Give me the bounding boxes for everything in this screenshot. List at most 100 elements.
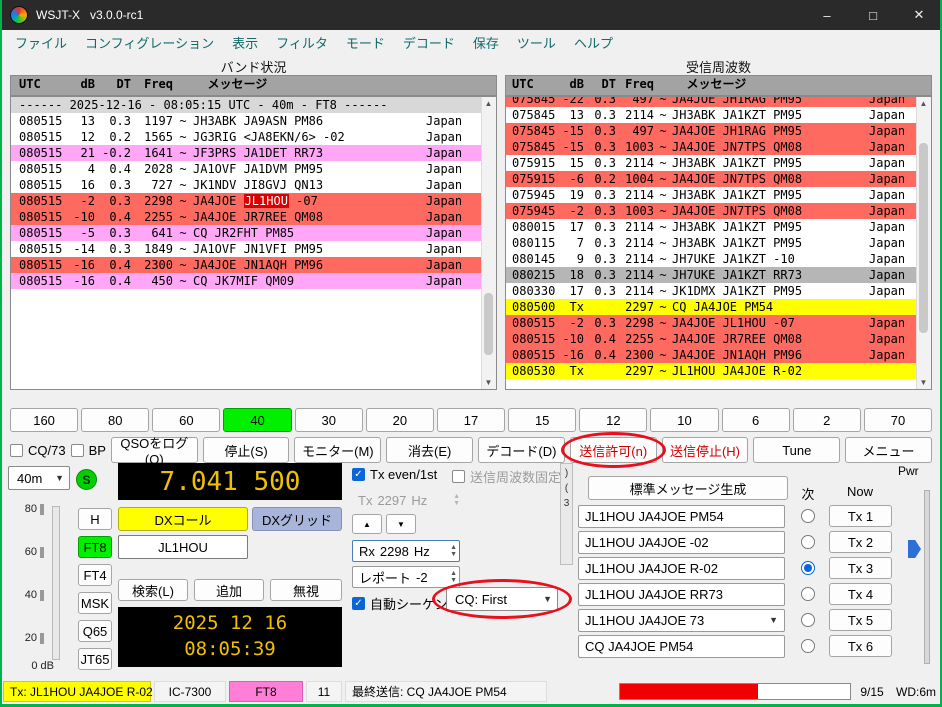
tx-slot-button[interactable]: Tx 1 (828, 505, 892, 527)
decode-row[interactable]: 080530 Tx 2297 ~ JL1HOU JA4JOE R-02 (506, 363, 917, 379)
band-button-12[interactable]: 12 (579, 408, 648, 432)
menu-item[interactable]: モード (337, 33, 394, 52)
menus-button[interactable]: メニュー (845, 437, 932, 463)
band-button-17[interactable]: 17 (436, 408, 506, 432)
report-spinbox[interactable]: レポート -2 ▲ ▼ (352, 566, 460, 588)
ignore-button[interactable]: 無視 (270, 579, 342, 601)
band-button-10[interactable]: 10 (650, 408, 719, 432)
decode-row[interactable]: 080015 17 0.3 2114 ~ JH3ABK JA1KZT PM95 Japan (506, 219, 917, 235)
decode-row[interactable]: 075915 -6 0.2 1004 ~ JA4JOE JN7TPS QM08 Japan (506, 171, 917, 187)
dx-grid-button[interactable]: DXグリッド (252, 507, 342, 531)
scroll-down-icon[interactable]: ▼ (482, 376, 495, 389)
split-button[interactable]: S (76, 469, 97, 490)
scroll-up-icon[interactable]: ▲ (482, 97, 495, 110)
decode-row[interactable]: 080515 16 0.3 727 ~ JK1NDV JI8GVJ QN13 Japan (11, 177, 482, 193)
decode-row[interactable]: 080515 13 0.3 1197 ~ JH3ABK JA9ASN PM86 Japan (11, 113, 482, 129)
tx-slot-button[interactable]: Tx 3 (828, 557, 892, 579)
next-radio[interactable] (801, 561, 815, 575)
spinner-icon[interactable]: ▲ ▼ (450, 570, 457, 584)
band-select-combo[interactable]: 40m ▼ (8, 466, 70, 490)
menu-item[interactable]: ヘルプ (565, 33, 622, 52)
monitor-button[interactable]: モニター(M) (294, 437, 382, 463)
menu-item[interactable]: ツール (508, 33, 565, 52)
decode-row[interactable]: 080515 -16 0.4 2300 ~ JA4JOE JN1AQH PM96 Japan (506, 347, 917, 363)
decode-row[interactable]: 075845 -15 0.3 1003 ~ JA4JOE JN7TPS QM08 Japan (506, 139, 917, 155)
cq73-checkbox[interactable]: CQ/73 (10, 443, 66, 458)
band-button-60[interactable]: 60 (152, 408, 221, 432)
next-radio[interactable] (801, 613, 815, 627)
stop-button[interactable]: 停止(S) (202, 437, 290, 463)
decode-row[interactable]: 080515 4 0.4 2028 ~ JA1OVF JA1DVM PM95 Japan (11, 161, 482, 177)
decode-row[interactable]: 080515 21 -0.2 1641 ~ JF3PRS JA1DET RR73 Japan (11, 145, 482, 161)
decode-row[interactable]: 080330 17 0.3 2114 ~ JK1DMX JA1KZT PM95 Japan (506, 283, 917, 299)
decode-row[interactable]: 075915 15 0.3 2114 ~ JH3ABK JA1KZT PM95 Japan (506, 155, 917, 171)
spinner-icon[interactable]: ▲ ▼ (450, 544, 457, 558)
scroll-up-icon[interactable]: ▲ (917, 97, 930, 110)
band-button-15[interactable]: 15 (508, 408, 577, 432)
search-button[interactable]: 検索(L) (118, 579, 188, 601)
tx-even-checkbox[interactable]: Tx even/1st (352, 467, 437, 482)
decode-row[interactable]: 075945 19 0.3 2114 ~ JH3ABK JA1KZT PM95 Japan (506, 187, 917, 203)
maximize-button[interactable]: □ (850, 0, 896, 30)
menu-item[interactable]: デコード (394, 33, 464, 52)
pwr-slider-track[interactable] (924, 490, 930, 664)
band-activity-scrollbar[interactable]: ▲ ▼ (481, 97, 496, 389)
band-button-40[interactable]: 40 (223, 408, 292, 432)
decode-row[interactable]: 080115 7 0.3 2114 ~ JH3ABK JA1KZT PM95 Japan (506, 235, 917, 251)
decode-row[interactable]: 080515 -2 0.3 2298 ~ JA4JOE JL1HOU -07 Japan (506, 315, 917, 331)
generate-std-messages-button[interactable]: 標準メッセージ生成 (588, 476, 788, 500)
tx-freq-down-button[interactable]: ▼ (386, 514, 416, 534)
tx-slot-button[interactable]: Tx 2 (828, 531, 892, 553)
add-button[interactable]: 追加 (194, 579, 264, 601)
menu-item[interactable]: 表示 (223, 33, 267, 52)
mode-button-Q65[interactable]: Q65 (78, 620, 112, 642)
menu-item[interactable]: フィルタ (267, 33, 337, 52)
decode-row[interactable]: 080515 -16 0.4 450 ~ CQ JK7MIF QM09 Japan (11, 273, 482, 289)
scroll-thumb[interactable] (484, 293, 493, 355)
message-tab-strip[interactable]: ) (3 (560, 463, 573, 565)
mode-button-FT4[interactable]: FT4 (78, 564, 112, 586)
menu-item[interactable]: コンフィグレーション (76, 33, 223, 52)
hold-tx-freq-checkbox[interactable]: 送信周波数固定 (452, 467, 561, 486)
rx-freq-spinbox[interactable]: Rx 2298 Hz ▲ ▼ (352, 540, 460, 562)
tx-message-field[interactable]: CQ JA4JOE PM54 (578, 634, 786, 658)
tx-message-field[interactable]: JL1HOU JA4JOE 73 ▼ (578, 608, 786, 632)
tx-slot-button[interactable]: Tx 6 (828, 635, 892, 657)
decode-row[interactable]: 080515 -2 0.3 2298 ~ JA4JOE JL1HOU -07 Japan (11, 193, 482, 209)
enable-tx-button[interactable]: 送信許可(n) (569, 437, 657, 463)
band-button-80[interactable]: 80 (81, 408, 150, 432)
bp-checkbox[interactable]: BP (70, 443, 106, 458)
dx-call-input[interactable]: JL1HOU (118, 535, 248, 559)
minimize-button[interactable]: – (804, 0, 850, 30)
menu-item[interactable]: 保存 (464, 33, 508, 52)
decode-row[interactable]: 080215 18 0.3 2114 ~ JH7UKE JA1KZT RR73 Japan (506, 267, 917, 283)
band-button-30[interactable]: 30 (294, 408, 363, 432)
decode-row[interactable]: 075845 -22 0.3 497 ~ JA4JOE JH1RAG PM95 Japan (506, 97, 917, 107)
decode-row[interactable]: 080515 -16 0.4 2300 ~ JA4JOE JN1AQH PM96 Japan (11, 257, 482, 273)
tx-slot-button[interactable]: Tx 5 (828, 609, 892, 631)
tx-message-field[interactable]: JL1HOU JA4JOE RR73 (578, 582, 786, 606)
scroll-thumb[interactable] (919, 143, 928, 333)
tx-message-field[interactable]: JL1HOU JA4JOE -02 (578, 530, 786, 554)
scroll-down-icon[interactable]: ▼ (917, 376, 930, 389)
next-radio[interactable] (801, 639, 815, 653)
tx-message-field[interactable]: JL1HOU JA4JOE R-02 (578, 556, 786, 580)
band-button-6[interactable]: 6 (721, 408, 790, 432)
decode-row[interactable]: 080515 -10 0.4 2255 ~ JA4JOE JR7REE QM08 Japan (506, 331, 917, 347)
mode-button-FT8[interactable]: FT8 (78, 536, 112, 558)
decode-row[interactable]: 080515 -14 0.3 1849 ~ JA1OVF JN1VFI PM95 Japan (11, 241, 482, 257)
auto-seq-checkbox[interactable]: 自動シーケンス (352, 594, 460, 613)
decode-row[interactable]: 080515 -5 0.3 641 ~ CQ JR2FHT PM85 Japan (11, 225, 482, 241)
next-radio[interactable] (801, 587, 815, 601)
band-button-70[interactable]: 70 (863, 408, 933, 432)
decode-row[interactable]: 075845 -15 0.3 497 ~ JA4JOE JH1RAG PM95 Japan (506, 123, 917, 139)
mode-button-H[interactable]: H (78, 508, 112, 530)
mode-button-MSK[interactable]: MSK (78, 592, 112, 614)
tx-freq-up-button[interactable]: ▲ (352, 514, 382, 534)
menu-item[interactable]: ファイル (6, 33, 76, 52)
dx-call-button[interactable]: DXコール (118, 507, 248, 531)
tx-message-field[interactable]: JL1HOU JA4JOE PM54 (578, 504, 786, 528)
cq-mode-combo[interactable]: CQ: First ▼ (446, 587, 558, 611)
next-radio[interactable] (801, 509, 815, 523)
decode-button[interactable]: デコード(D) (478, 437, 565, 463)
